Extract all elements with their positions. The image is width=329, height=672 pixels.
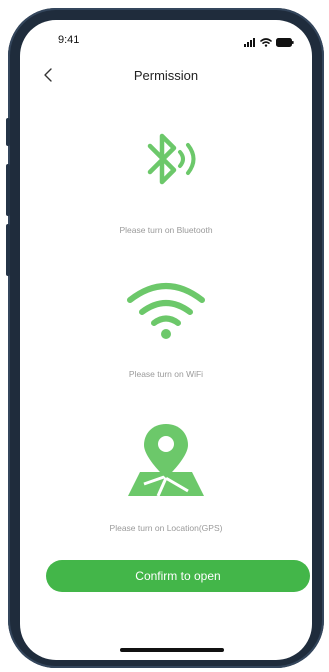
status-time: 9:41 xyxy=(58,34,80,46)
permission-bluetooth: Please turn on Bluetooth xyxy=(20,128,312,235)
wifi-label: Please turn on WiFi xyxy=(128,369,204,379)
location-map-icon xyxy=(20,422,312,503)
status-icons xyxy=(244,34,294,52)
wifi-large-icon xyxy=(20,282,312,347)
status-bar: 9:41 xyxy=(20,20,312,60)
location-label: Please turn on Location(GPS) xyxy=(109,523,223,533)
bluetooth-icon xyxy=(20,128,312,199)
phone-screen: 9:41 Permission Please turn on Bluetooth… xyxy=(20,20,312,660)
nav-bar: Permission xyxy=(20,62,312,92)
page-title: Permission xyxy=(133,68,199,83)
confirm-button-label: Confirm to open xyxy=(135,569,221,583)
battery-icon xyxy=(276,34,294,52)
wifi-icon xyxy=(260,34,272,52)
signal-icon xyxy=(244,34,256,52)
home-indicator xyxy=(120,648,224,652)
permission-location: Please turn on Location(GPS) xyxy=(20,422,312,533)
phone-side-button xyxy=(6,118,10,146)
phone-volume-down-button xyxy=(6,224,10,276)
phone-volume-up-button xyxy=(6,164,10,216)
bluetooth-label: Please turn on Bluetooth xyxy=(119,225,213,235)
permission-wifi: Please turn on WiFi xyxy=(20,282,312,379)
confirm-button[interactable]: Confirm to open xyxy=(46,560,310,592)
